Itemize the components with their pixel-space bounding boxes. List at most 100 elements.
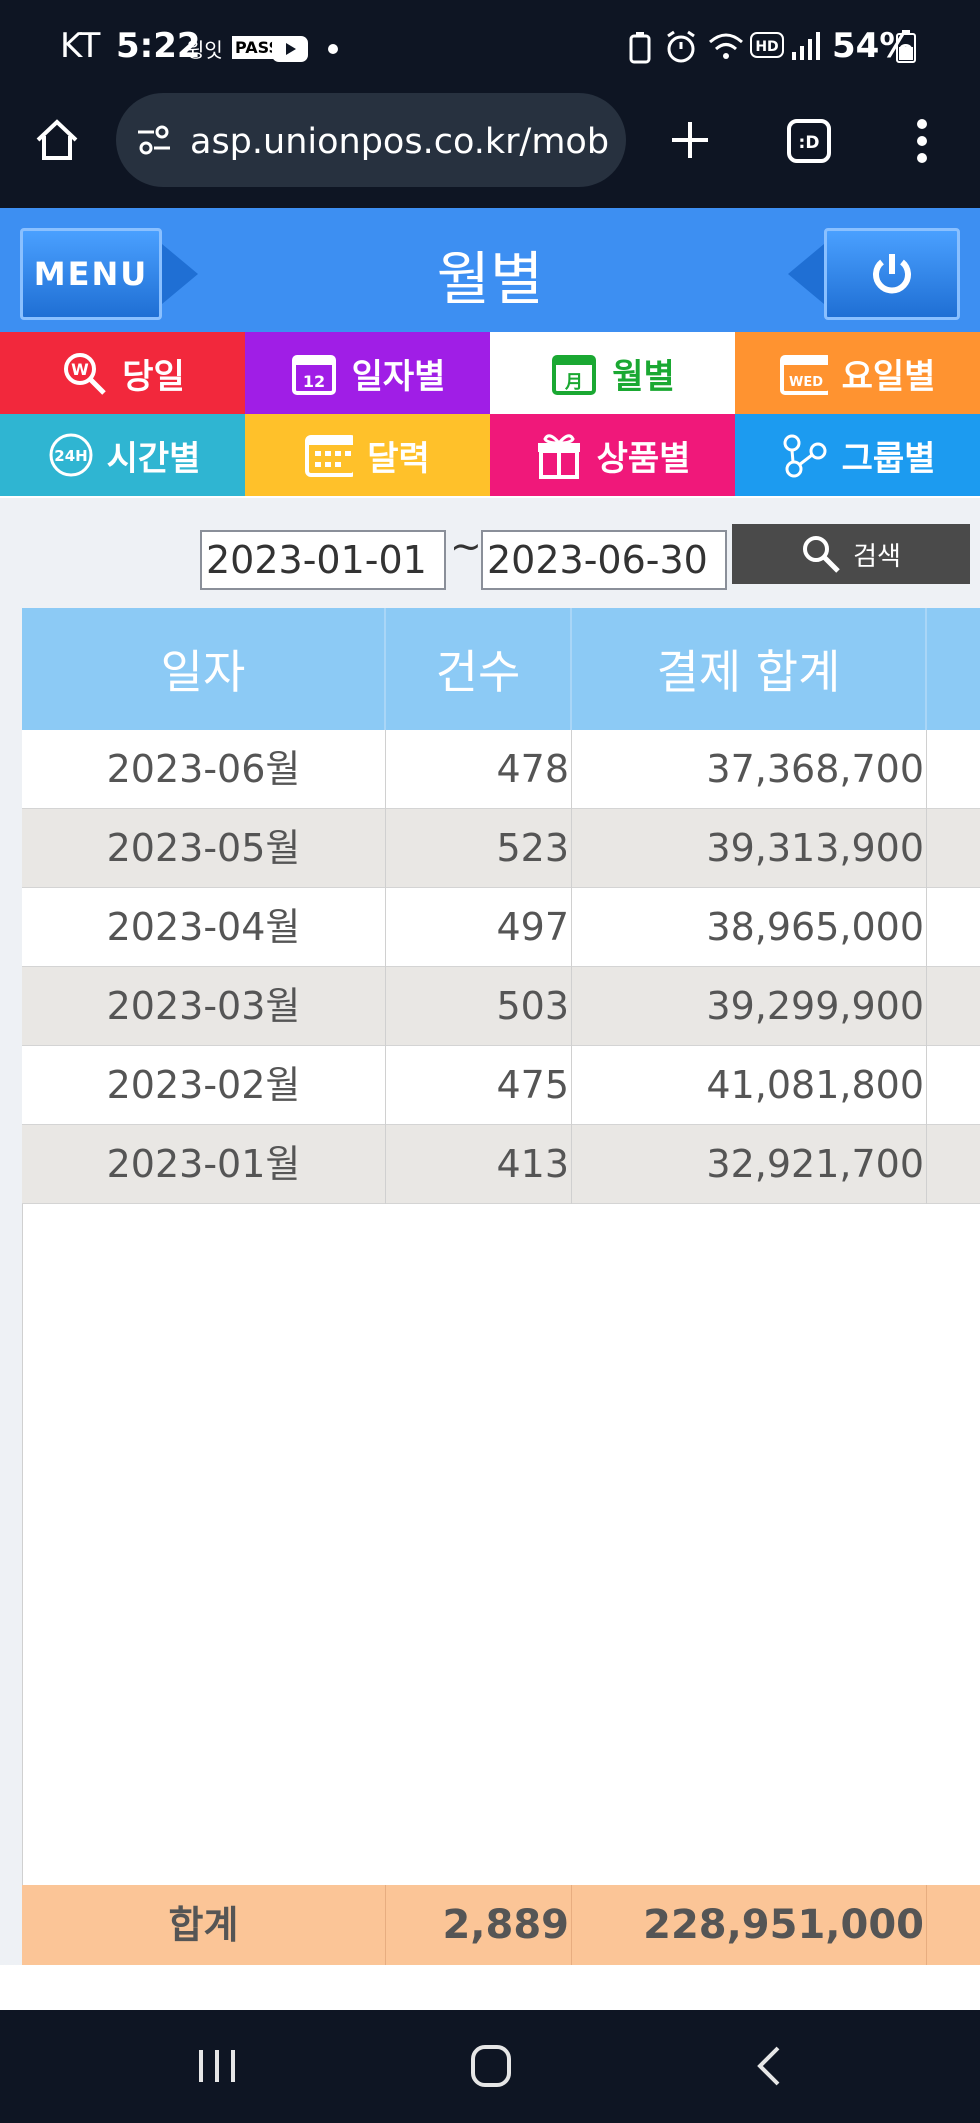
cell-date: 2023-01월 [22,1125,386,1204]
calendar-grid-icon [305,431,354,479]
table-row[interactable]: 2023-04월 497 38,965,000 [22,888,980,967]
table-row[interactable]: 2023-05월 523 39,313,900 [22,809,980,888]
site-settings-icon[interactable] [136,124,172,156]
table-row[interactable]: 2023-02월 475 41,081,800 [22,1046,980,1125]
cell-date: 2023-02월 [22,1046,386,1125]
page-header: MENU 월별 [0,208,980,332]
cell-count: 413 [386,1125,572,1204]
tab-label: 월별 [612,356,675,397]
svg-text::D: :D [799,133,820,153]
cell-date: 2023-05월 [22,809,386,888]
table-row[interactable]: 2023-06월 478 37,368,700 [22,730,980,809]
column-header-count[interactable]: 건수 [386,608,572,730]
tab-label: 그룹별 [841,438,936,479]
search-button[interactable]: 검색 [732,524,970,584]
calendar-wed-icon: WED [779,349,828,397]
cell-extra [927,1046,980,1125]
column-header-total[interactable]: 결제 합계 [572,608,927,730]
footer-total: 228,951,000 [572,1885,927,1965]
table-row[interactable]: 2023-01월 413 32,921,700 [22,1125,980,1204]
signal-icon [792,32,820,60]
tab-label: 달력 [367,438,430,479]
svg-text:24H: 24H [54,447,87,465]
tab-switcher-icon[interactable]: :D [786,118,832,164]
cell-count: 478 [386,730,572,809]
hd-icon: HD [750,32,784,58]
url-text[interactable]: asp.unionpos.co.kr/mobile/ [190,122,610,162]
footer-label: 합계 [22,1885,386,1965]
cell-total: 37,368,700 [572,730,927,809]
cell-extra [927,888,980,967]
clock-24h-icon: 24H [45,431,93,479]
column-header-date[interactable]: 일자 [22,608,386,730]
cell-extra [927,1125,980,1204]
youtube-icon [272,36,308,62]
tab-label: 상품별 [596,438,691,479]
won-search-icon: W [60,349,108,397]
cell-total: 38,965,000 [572,888,927,967]
svg-text:12: 12 [302,372,324,391]
search-label: 검색 [853,541,901,572]
web-page: MENU 월별 W 당일 12 일자별 月 월별 WED 요일별 24H 시간별… [0,208,980,2010]
battery-saver-icon [629,32,651,64]
home-nav-icon[interactable] [470,2044,512,2088]
cell-total: 39,313,900 [572,809,927,888]
power-arrow-decoration [788,244,824,304]
search-icon [803,536,840,573]
tab-label: 당일 [122,356,185,397]
page-margin [0,608,22,1965]
app-notification-label: 윙잇 [186,38,223,62]
recent-apps-icon[interactable] [196,2046,238,2086]
cell-count: 475 [386,1046,572,1125]
tab-today[interactable]: W 당일 [0,332,245,414]
group-nodes-icon [780,431,828,479]
tab-weekday[interactable]: WED 요일별 [735,332,980,414]
start-date-input[interactable]: 2023-01-01 [200,530,446,590]
tab-label: 시간별 [106,438,201,479]
cell-date: 2023-03월 [22,967,386,1046]
svg-text:月: 月 [564,372,583,393]
tab-daily[interactable]: 12 일자별 [245,332,490,414]
svg-text:WED: WED [789,375,823,390]
dot-icon [328,44,338,54]
tab-label: 일자별 [351,356,446,397]
calendar-12-icon: 12 [290,349,338,397]
cell-extra [927,967,980,1046]
cell-count: 497 [386,888,572,967]
table-footer-total: 합계 2,889 228,951,000 [22,1885,980,1965]
cell-count: 503 [386,967,572,1046]
battery-icon [896,30,916,63]
back-icon[interactable] [752,2044,784,2088]
svg-text:W: W [71,360,89,379]
end-date-input[interactable]: 2023-06-30 [481,530,727,590]
status-bar: KT 5:22 윙잇 PASS HD 54% [0,0,980,95]
alarm-icon [667,30,695,63]
cell-count: 523 [386,809,572,888]
home-icon[interactable] [34,118,80,162]
carrier-label: KT [60,26,101,66]
svg-text:HD: HD [755,39,778,55]
tab-calendar[interactable]: 달력 [245,414,490,496]
more-options-icon[interactable] [912,118,932,164]
tab-hourly[interactable]: 24H 시간별 [0,414,245,496]
cell-extra [927,809,980,888]
cell-total: 39,299,900 [572,967,927,1046]
cell-total: 32,921,700 [572,1125,927,1204]
tab-product[interactable]: 상품별 [490,414,735,496]
logout-button[interactable] [824,228,960,320]
cell-total: 41,081,800 [572,1046,927,1125]
footer-count: 2,889 [386,1885,572,1965]
tab-label: 요일별 [841,356,936,397]
cell-date: 2023-04월 [22,888,386,967]
tab-group[interactable]: 그룹별 [735,414,980,496]
tab-monthly[interactable]: 月 월별 [490,332,735,414]
calendar-month-icon: 月 [550,349,598,397]
cell-extra [927,730,980,809]
cell-extra [927,1885,980,1965]
wifi-icon [709,33,743,59]
table-row[interactable]: 2023-03월 503 39,299,900 [22,967,980,1046]
table-header: 일자 건수 결제 합계 [22,608,980,730]
power-icon [873,254,911,294]
new-tab-icon[interactable] [668,118,712,162]
cell-date: 2023-06월 [22,730,386,809]
